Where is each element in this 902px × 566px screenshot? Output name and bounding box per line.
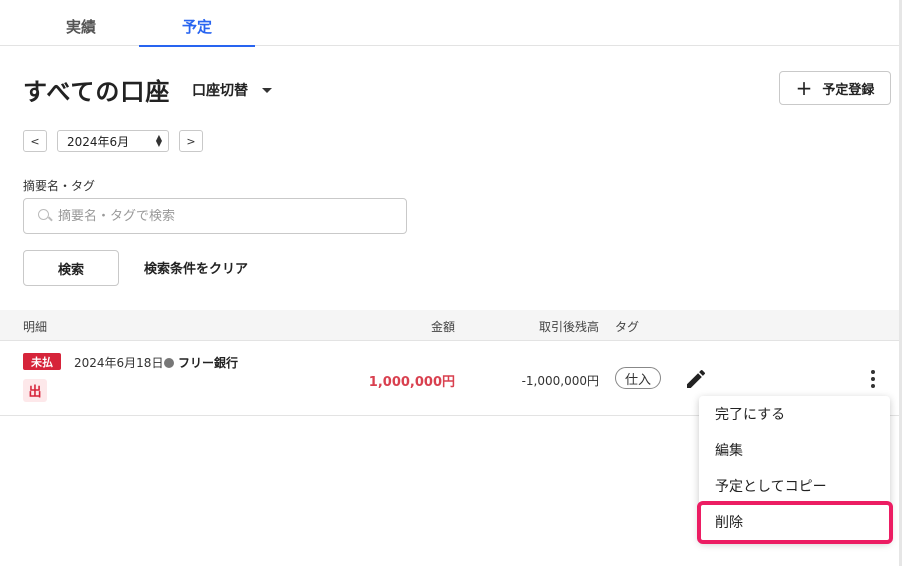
row-context-menu: 完了にする 編集 予定としてコピー 削除 xyxy=(699,396,890,542)
menu-item-complete[interactable]: 完了にする xyxy=(699,396,890,432)
month-select-value: 2024年6月 xyxy=(67,134,130,149)
row-amount: 1,000,000円 xyxy=(368,375,455,390)
up-down-arrows-icon: ▲ ▼ xyxy=(155,133,162,148)
more-vert-icon[interactable] xyxy=(864,367,882,391)
next-month-button[interactable]: > xyxy=(179,130,203,152)
table-header: 明細 金額 取引後残高 タグ xyxy=(0,310,899,341)
caret-down-icon xyxy=(262,87,272,93)
unpaid-badge: 未払 xyxy=(23,353,61,370)
header-detail: 明細 xyxy=(23,320,48,334)
menu-item-copy-as-plan[interactable]: 予定としてコピー xyxy=(699,468,890,504)
add-plan-label: 予定登録 xyxy=(822,82,875,98)
filter-label: 摘要名・タグ xyxy=(23,179,96,193)
month-select[interactable]: 2024年6月 ▲ ▼ xyxy=(57,130,169,152)
bank-name: フリー銀行 xyxy=(164,354,238,371)
month-navigation: < 2024年6月 ▲ ▼ > xyxy=(23,130,203,152)
pencil-icon[interactable] xyxy=(684,367,708,391)
bank-label: フリー銀行 xyxy=(178,356,239,370)
add-plan-button[interactable]: + 予定登録 xyxy=(779,71,891,105)
expense-badge: 出 xyxy=(23,379,47,402)
header-amount: 金額 xyxy=(430,320,455,334)
tab-bar: 実績 予定 xyxy=(0,0,902,47)
menu-item-edit[interactable]: 編集 xyxy=(699,432,890,468)
tab-planned[interactable]: 予定 xyxy=(139,0,255,47)
row-balance: -1,000,000円 xyxy=(521,374,599,388)
account-switch-label: 口座切替 xyxy=(192,83,248,99)
bank-dot-icon xyxy=(164,357,174,368)
clear-filter-button[interactable]: 検索条件をクリア xyxy=(144,258,248,277)
tag-chip[interactable]: 仕入 xyxy=(615,367,662,389)
search-input[interactable] xyxy=(58,208,398,224)
row-date: 2024年6月18日 xyxy=(74,356,164,370)
page-title: すべての口座 xyxy=(23,78,171,106)
search-box xyxy=(23,198,407,234)
plus-icon: + xyxy=(795,76,813,100)
search-button[interactable]: 検索 xyxy=(23,250,119,286)
header-tag: タグ xyxy=(615,320,640,334)
menu-item-delete[interactable]: 削除 xyxy=(699,504,890,540)
prev-month-button[interactable]: < xyxy=(23,130,47,152)
tab-actual[interactable]: 実績 xyxy=(23,0,139,46)
account-switch-dropdown[interactable]: 口座切替 xyxy=(192,80,272,100)
header-balance: 取引後残高 xyxy=(538,320,599,334)
search-icon xyxy=(38,209,52,223)
